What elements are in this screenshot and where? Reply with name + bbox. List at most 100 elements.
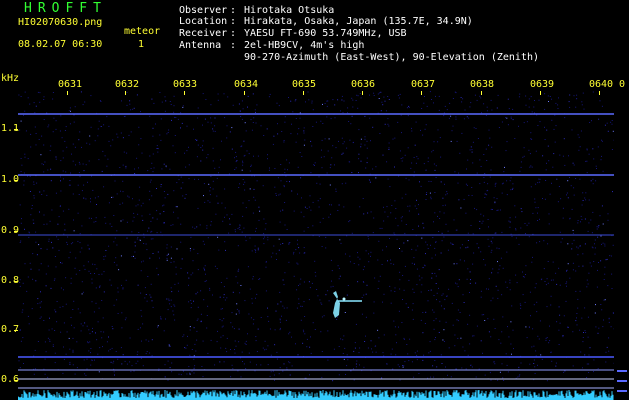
noise-pixel <box>106 165 108 167</box>
noise-pixel <box>44 161 46 163</box>
noise-pixel <box>430 244 431 246</box>
noise-pixel <box>166 133 168 135</box>
noise-pixel <box>344 312 346 313</box>
noise-pixel <box>601 105 603 107</box>
noise-pixel <box>408 105 410 107</box>
noise-pixel <box>384 100 386 102</box>
noise-pixel <box>501 183 503 185</box>
noise-pixel <box>121 284 122 286</box>
noise-pixel <box>524 223 526 224</box>
noise-pixel <box>281 131 283 132</box>
noise-pixel <box>193 355 195 357</box>
noise-pixel <box>33 102 35 104</box>
noise-pixel <box>454 345 456 347</box>
noise-pixel <box>537 220 538 221</box>
noise-pixel <box>555 272 557 274</box>
noise-pixel <box>24 153 26 155</box>
noise-pixel <box>535 350 537 352</box>
noise-pixel <box>220 347 222 349</box>
noise-pixel <box>466 116 468 118</box>
noise-pixel <box>277 303 279 305</box>
noise-pixel <box>387 178 389 180</box>
noise-pixel <box>188 146 189 148</box>
noise-pixel <box>137 360 139 362</box>
noise-pixel <box>157 274 159 276</box>
noise-pixel <box>611 123 613 125</box>
noise-pixel <box>241 118 243 120</box>
noise-pixel <box>80 330 82 332</box>
noise-pixel <box>506 180 508 182</box>
noise-pixel <box>572 269 574 271</box>
noise-pixel <box>212 188 214 190</box>
noise-pixel <box>539 218 540 220</box>
noise-pixel <box>175 117 177 118</box>
noise-pixel <box>408 279 410 281</box>
noise-pixel <box>145 243 147 245</box>
noise-pixel <box>122 288 124 290</box>
meteor-echo-head <box>333 291 340 318</box>
noise-pixel <box>343 100 345 102</box>
noise-pixel <box>50 180 52 182</box>
noise-pixel <box>83 170 85 172</box>
noise-pixel <box>367 235 369 237</box>
noise-pixel <box>585 332 587 333</box>
noise-pixel <box>36 182 38 184</box>
noise-pixel <box>75 164 76 166</box>
noise-pixel <box>263 243 265 245</box>
noise-pixel <box>342 353 344 354</box>
noise-pixel <box>20 222 22 224</box>
noise-pixel <box>85 374 87 376</box>
noise-pixel <box>234 231 236 233</box>
noise-pixel <box>395 208 397 209</box>
noise-pixel <box>508 220 510 222</box>
noise-pixel <box>525 326 527 328</box>
noise-pixel <box>512 187 514 189</box>
noise-pixel <box>577 298 579 300</box>
noise-pixel <box>433 295 435 296</box>
noise-pixel <box>554 114 556 116</box>
noise-pixel <box>572 229 574 231</box>
noise-pixel <box>247 333 248 335</box>
noise-pixel <box>145 339 147 341</box>
noise-pixel <box>528 98 530 100</box>
noise-pixel <box>433 163 435 165</box>
noise-pixel <box>18 94 20 96</box>
noise-pixel <box>118 269 120 271</box>
noise-pixel <box>470 279 471 281</box>
noise-pixel <box>166 244 168 246</box>
noise-pixel <box>399 379 401 381</box>
noise-pixel <box>209 190 211 192</box>
noise-pixel <box>583 332 584 333</box>
noise-pixel <box>329 167 331 169</box>
noise-pixel <box>88 248 90 250</box>
noise-pixel <box>91 360 93 361</box>
noise-pixel <box>449 102 451 104</box>
noise-pixel <box>444 183 445 185</box>
noise-pixel <box>312 201 314 203</box>
noise-pixel <box>197 253 199 255</box>
noise-pixel <box>373 92 375 94</box>
noise-pixel <box>209 287 211 289</box>
noise-pixel <box>293 253 294 255</box>
noise-pixel <box>381 264 383 265</box>
noise-pixel <box>330 286 332 288</box>
noise-pixel <box>189 373 191 375</box>
noise-pixel <box>577 307 579 309</box>
noise-pixel <box>247 95 249 97</box>
noise-pixel <box>338 140 339 142</box>
noise-pixel <box>123 151 125 153</box>
noise-pixel <box>280 180 282 182</box>
noise-pixel <box>403 289 405 291</box>
noise-pixel <box>562 336 564 338</box>
noise-pixel <box>88 270 90 272</box>
noise-pixel <box>197 207 199 209</box>
noise-pixel <box>409 205 411 207</box>
noise-pixel <box>349 261 351 263</box>
noise-pixel <box>558 97 559 99</box>
noise-pixel <box>95 221 97 222</box>
noise-pixel <box>69 363 71 365</box>
noise-pixel <box>235 276 237 278</box>
noise-pixel <box>223 318 225 320</box>
noise-pixel <box>406 107 408 109</box>
noise-pixel <box>53 117 55 119</box>
